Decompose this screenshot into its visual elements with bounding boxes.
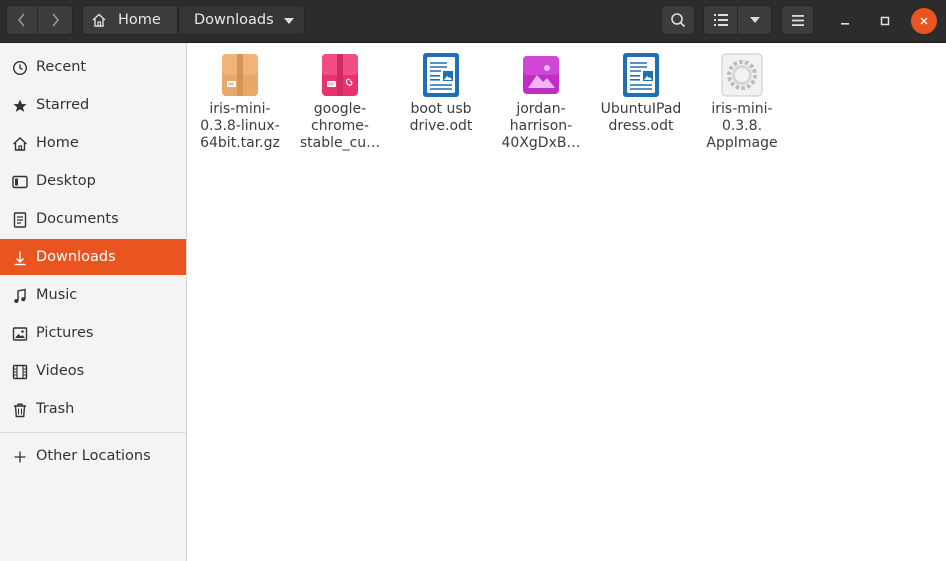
file-item[interactable]: google- chrome- stable_cu… [290,51,390,152]
music-icon [11,287,28,304]
view-options-button[interactable] [738,5,772,35]
file-name: google- chrome- stable_cu… [299,101,381,151]
sidebar-item-music[interactable]: Music [0,277,186,313]
search-icon [671,13,686,28]
minimize-icon [841,23,849,25]
breadcrumb-home[interactable]: Home [82,5,178,35]
hamburger-icon [791,14,804,26]
sidebar-item-home[interactable]: Home [0,125,186,161]
document-icon [11,211,28,228]
chevron-right-icon [52,13,60,27]
home-icon [92,13,106,27]
sidebar-item-label: Downloads [36,249,116,265]
sidebar-item-pictures[interactable]: Pictures [0,315,186,351]
file-name: UbuntuIPad dress.odt [600,101,682,134]
desktop-icon [11,173,28,190]
file-item[interactable]: iris-mini- 0.3.8-linux- 64bit.tar.gz [190,51,290,152]
image-file-icon [523,56,559,94]
breadcrumb-downloads-label: Downloads [194,12,274,28]
sidebar-item-videos[interactable]: Videos [0,353,186,389]
maximize-button[interactable] [872,8,898,34]
sidebar-item-starred[interactable]: Starred [0,87,186,123]
sidebar: Recent Starred Home Desktop Documents Do… [0,43,187,561]
file-item[interactable]: jordan- harrison- 40XgDxB… [491,51,591,152]
close-icon [920,17,928,25]
back-button[interactable] [6,5,38,35]
breadcrumb-home-label: Home [118,12,161,28]
sidebar-item-trash[interactable]: Trash [0,391,186,427]
file-name: jordan- harrison- 40XgDxB… [501,101,581,151]
sidebar-item-desktop[interactable]: Desktop [0,163,186,199]
sidebar-item-label: Trash [36,401,75,417]
deb-package-icon [322,54,358,96]
sidebar-item-other-locations[interactable]: Other Locations [0,438,186,474]
text-document-icon [623,53,659,97]
clock-icon [11,59,28,76]
download-icon [11,249,28,266]
trash-icon [11,401,28,418]
text-document-icon [423,53,459,97]
maximize-icon [880,16,890,26]
list-view-icon [713,14,728,26]
close-button[interactable] [911,8,937,34]
sidebar-item-label: Starred [36,97,90,113]
sidebar-item-label: Music [36,287,78,303]
search-button[interactable] [661,5,695,35]
sidebar-item-downloads[interactable]: Downloads [0,239,186,275]
executable-gear-icon [721,53,763,97]
forward-button[interactable] [38,5,73,35]
sidebar-item-label: Other Locations [36,448,151,464]
file-item[interactable]: iris-mini- 0.3.8. AppImage [692,51,792,152]
chevron-down-icon [749,17,760,23]
file-item[interactable]: boot usb drive.odt [391,51,491,135]
archive-icon [222,54,258,96]
video-icon [11,363,28,380]
plus-icon [11,448,28,465]
sidebar-item-label: Home [36,135,79,151]
menu-button[interactable] [781,5,814,35]
file-name: iris-mini- 0.3.8-linux- 64bit.tar.gz [200,101,280,151]
sidebar-item-recent[interactable]: Recent [0,49,186,85]
sidebar-item-label: Pictures [36,325,94,341]
home-icon [11,135,28,152]
sidebar-divider [0,432,186,433]
star-icon [11,97,28,114]
breadcrumb-downloads[interactable]: Downloads [178,5,305,35]
sidebar-item-label: Desktop [36,173,96,189]
header-bar: Home Downloads [0,0,946,43]
file-item[interactable]: UbuntuIPad dress.odt [591,51,691,135]
sidebar-item-label: Documents [36,211,119,227]
sidebar-item-label: Videos [36,363,85,379]
view-mode-button[interactable] [703,5,738,35]
chevron-down-icon [284,18,294,24]
file-name: iris-mini- 0.3.8. AppImage [706,101,778,151]
picture-icon [11,325,28,342]
minimize-button[interactable] [832,8,858,34]
file-name: boot usb drive.odt [409,101,473,134]
sidebar-item-label: Recent [36,59,87,75]
sidebar-item-documents[interactable]: Documents [0,201,186,237]
file-grid: iris-mini- 0.3.8-linux- 64bit.tar.gz goo… [187,43,946,561]
chevron-left-icon [17,13,25,27]
